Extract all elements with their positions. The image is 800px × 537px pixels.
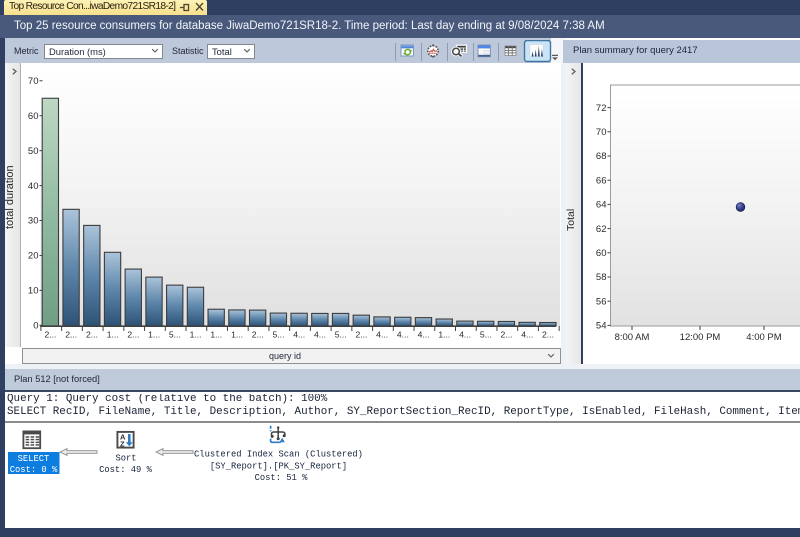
svg-text:62: 62 (596, 224, 607, 235)
svg-text:2...: 2... (127, 330, 139, 340)
svg-text:56: 56 (596, 296, 607, 307)
svg-text:4:00 PM: 4:00 PM (746, 332, 781, 343)
svg-text:12:00 PM: 12:00 PM (680, 332, 721, 343)
svg-text:8:00 AM: 8:00 AM (615, 332, 650, 343)
svg-text:2...: 2... (86, 330, 98, 340)
svg-text:4...: 4... (293, 330, 305, 340)
svg-text:5...: 5... (335, 330, 347, 340)
svg-text:1...: 1... (231, 330, 243, 340)
svg-text:Sort: Sort (115, 454, 136, 464)
svg-text:20: 20 (28, 251, 39, 262)
svg-text:[SY_Report].[PK_SY_Report]: [SY_Report].[PK_SY_Report] (210, 461, 347, 471)
svg-text:4...: 4... (376, 330, 388, 340)
svg-text:4...: 4... (459, 330, 471, 340)
svg-text:54: 54 (596, 321, 607, 332)
svg-text:4...: 4... (397, 330, 409, 340)
svg-text:Clustered Index Scan (Clustere: Clustered Index Scan (Clustered) (194, 450, 363, 460)
svg-text:72: 72 (596, 103, 607, 114)
svg-text:4...: 4... (418, 330, 430, 340)
svg-text:5...: 5... (480, 330, 492, 340)
svg-text:58: 58 (596, 272, 607, 283)
svg-text:5...: 5... (169, 330, 181, 340)
svg-text:Cost: 49 %: Cost: 49 % (99, 465, 153, 475)
svg-text:1...: 1... (190, 330, 202, 340)
svg-text:50: 50 (28, 146, 39, 157)
svg-text:60: 60 (28, 111, 39, 122)
svg-text:70: 70 (28, 76, 39, 87)
svg-text:SELECT: SELECT (18, 454, 50, 464)
svg-text:68: 68 (596, 151, 607, 162)
svg-text:2...: 2... (252, 330, 264, 340)
svg-text:2...: 2... (501, 330, 513, 340)
svg-text:30: 30 (28, 216, 39, 227)
svg-text:70: 70 (596, 127, 607, 138)
svg-text:10: 10 (28, 286, 39, 297)
svg-text:Z: Z (120, 440, 125, 449)
svg-text:1...: 1... (438, 330, 450, 340)
svg-text:64: 64 (596, 200, 607, 211)
svg-text:66: 66 (596, 175, 607, 186)
svg-text:Cost: 0 %: Cost: 0 % (10, 465, 58, 475)
svg-text:1...: 1... (148, 330, 160, 340)
svg-text:1...: 1... (107, 330, 119, 340)
svg-text:2...: 2... (65, 330, 77, 340)
svg-text:Cost: 51 %: Cost: 51 % (255, 473, 309, 483)
svg-text:2...: 2... (542, 330, 554, 340)
svg-text:1...: 1... (210, 330, 222, 340)
svg-text:4...: 4... (521, 330, 533, 340)
svg-text:60: 60 (596, 248, 607, 259)
svg-text:40: 40 (28, 181, 39, 192)
svg-text:2...: 2... (45, 330, 57, 340)
svg-text:5...: 5... (273, 330, 285, 340)
svg-text:4...: 4... (314, 330, 326, 340)
svg-text:2...: 2... (355, 330, 367, 340)
svg-text:0: 0 (33, 321, 38, 332)
